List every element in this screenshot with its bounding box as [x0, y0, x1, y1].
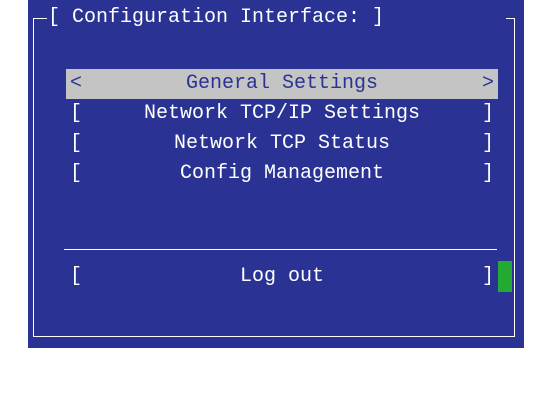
main-menu: < General Settings > [ Network TCP/IP Se… [66, 69, 498, 189]
menu-item-network-tcpip-settings[interactable]: [ Network TCP/IP Settings ] [66, 99, 498, 129]
menu-item-config-management[interactable]: [ Config Management ] [66, 159, 498, 189]
menu-item-label: Config Management [179, 162, 385, 185]
menu-item-right-bracket: ] [481, 102, 494, 125]
menu-item-network-tcp-status[interactable]: [ Network TCP Status ] [66, 129, 498, 159]
menu-item-general-settings[interactable]: < General Settings > [66, 69, 498, 99]
logout-button[interactable]: [ Log out ] [66, 262, 498, 292]
frame-left-line [33, 18, 34, 336]
logout-right-bracket: ] [481, 265, 494, 288]
menu-separator [64, 249, 497, 250]
menu-item-label: Network TCP Status [173, 132, 391, 155]
menu-item-right-bracket: > [481, 72, 494, 95]
menu-item-label: General Settings [185, 72, 379, 95]
menu-item-right-bracket: ] [481, 162, 494, 185]
logout-label: Log out [239, 265, 324, 288]
menu-item-right-bracket: ] [481, 132, 494, 155]
logout-row: [ Log out ] [66, 262, 498, 292]
frame-right-line [514, 18, 515, 336]
frame-top-left-line [33, 18, 47, 19]
text-cursor [498, 261, 512, 292]
window-title: [ Configuration Interface: ] [48, 6, 385, 30]
terminal-screen: [ Configuration Interface: ] < General S… [28, 0, 524, 348]
menu-item-label: Network TCP/IP Settings [143, 102, 421, 125]
